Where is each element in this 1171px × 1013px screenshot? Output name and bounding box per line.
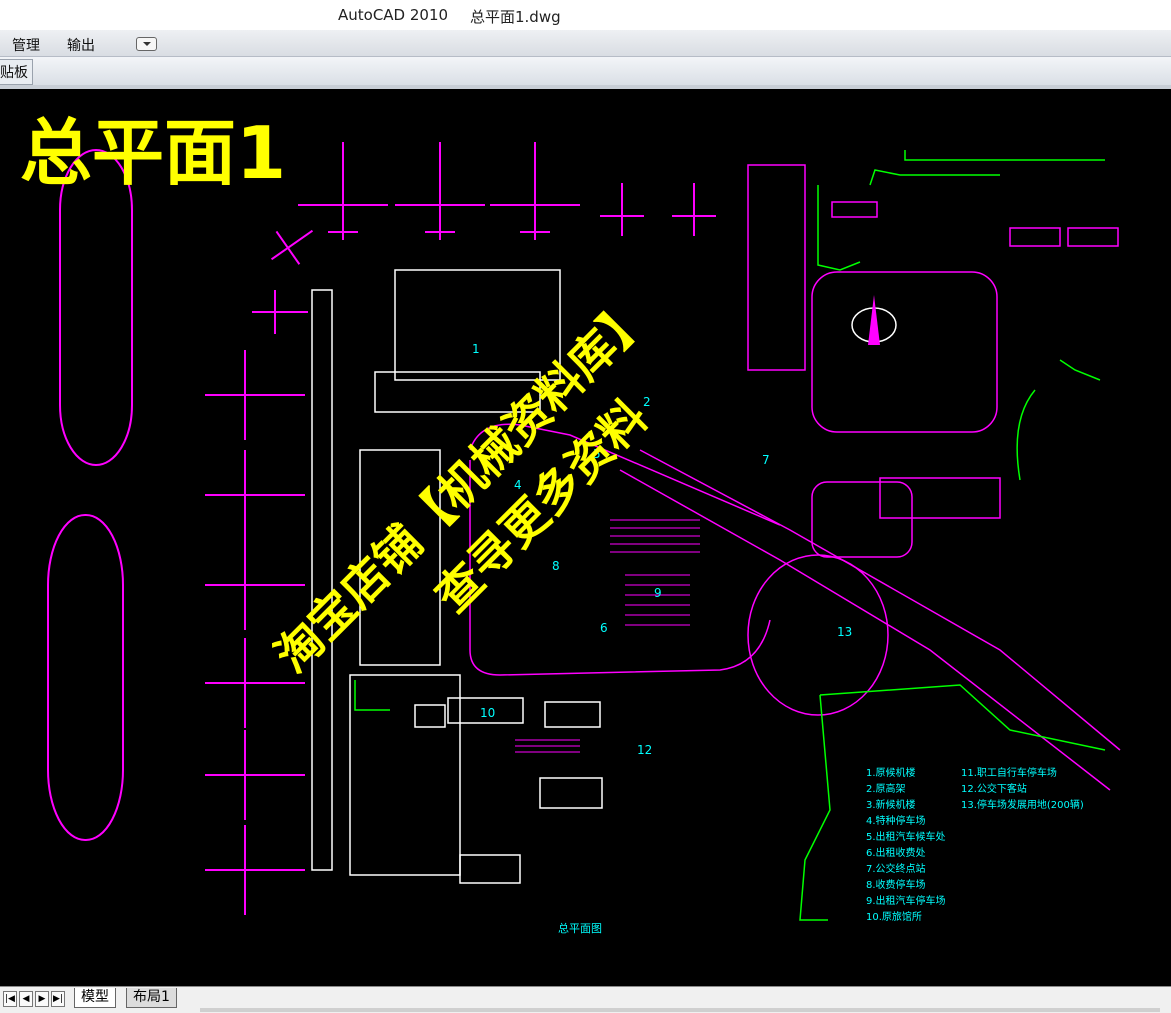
canvas-background bbox=[0, 90, 1171, 986]
tab-layout1[interactable]: 布局1 bbox=[126, 988, 177, 1008]
legend-item: 12.公交下客站 bbox=[961, 782, 1027, 795]
zone-label-9: 9 bbox=[654, 586, 662, 600]
menu-bar: 管理 输出 bbox=[0, 30, 1171, 57]
menu-item-output[interactable]: 输出 bbox=[67, 35, 95, 55]
first-tab-icon[interactable]: |◀ bbox=[3, 991, 17, 1007]
legend-item: 9.出租汽车停车场 bbox=[866, 894, 946, 907]
legend-item: 1.原候机楼 bbox=[866, 766, 916, 779]
zone-label-1: 1 bbox=[472, 342, 480, 356]
legend-item: 13.停车场发展用地(200辆) bbox=[961, 798, 1084, 811]
menu-item-manage[interactable]: 管理 bbox=[12, 35, 40, 55]
cad-drawing[interactable]: 1 2 4 5 6 7 8 9 10 12 13 1.原候机楼 2.原高架 3.… bbox=[0, 90, 1171, 986]
prev-tab-icon[interactable]: ◀ bbox=[19, 991, 33, 1007]
tab-model[interactable]: 模型 bbox=[74, 988, 116, 1008]
zone-label-2: 2 bbox=[643, 395, 651, 409]
legend-item: 5.出租汽车候车处 bbox=[866, 830, 946, 843]
title-bar: AutoCAD 2010 总平面1.dwg bbox=[0, 0, 1171, 30]
sheet-title: 总平面图 bbox=[558, 921, 602, 935]
quick-access-dropdown-icon[interactable] bbox=[136, 37, 157, 51]
big-drawing-title: 总平面1 bbox=[20, 111, 286, 195]
legend-item: 2.原高架 bbox=[866, 782, 906, 795]
ribbon-divider bbox=[0, 85, 1171, 89]
app-title: AutoCAD 2010 bbox=[338, 6, 449, 24]
legend-item: 10.原旅馆所 bbox=[866, 910, 922, 923]
ribbon: 贴板 bbox=[0, 57, 1171, 89]
zone-label-13: 13 bbox=[837, 625, 852, 639]
drawing-canvas[interactable]: 1 2 4 5 6 7 8 9 10 12 13 1.原候机楼 2.原高架 3.… bbox=[0, 90, 1171, 986]
legend-item: 11.职工自行车停车场 bbox=[961, 766, 1057, 779]
legend-item: 6.出租收费处 bbox=[866, 846, 926, 859]
legend-item: 7.公交终点站 bbox=[866, 862, 926, 875]
zone-label-10: 10 bbox=[480, 706, 495, 720]
legend-item: 8.收费停车场 bbox=[866, 878, 926, 891]
horizontal-scrollbar[interactable] bbox=[200, 1008, 1160, 1012]
zone-label-6: 6 bbox=[600, 621, 608, 635]
legend-item: 3.新候机楼 bbox=[866, 798, 916, 811]
next-tab-icon[interactable]: ▶ bbox=[35, 991, 49, 1007]
layout-tab-bar: |◀ ◀ ▶ ▶| 模型 布局1 bbox=[0, 986, 1171, 1013]
zone-label-8: 8 bbox=[552, 559, 560, 573]
legend-item: 4.特种停车场 bbox=[866, 814, 926, 827]
zone-label-12: 12 bbox=[637, 743, 652, 757]
last-tab-icon[interactable]: ▶| bbox=[51, 991, 65, 1007]
file-name: 总平面1.dwg bbox=[470, 8, 561, 26]
clipboard-panel-label[interactable]: 贴板 bbox=[0, 59, 33, 85]
zone-label-7: 7 bbox=[762, 453, 770, 467]
